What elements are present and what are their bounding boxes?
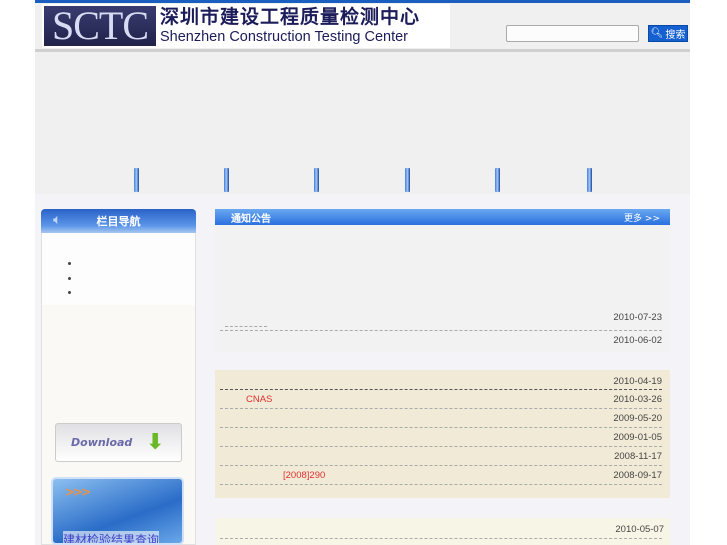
- download-arrow-icon: ⬇: [146, 430, 165, 455]
- news-date: 2010-05-07: [615, 524, 664, 535]
- notice-header: 通知公告 更多 >>: [215, 209, 670, 225]
- divider: [220, 408, 662, 409]
- sidebar-item[interactable]: [68, 291, 71, 294]
- divider: [220, 446, 662, 447]
- logo-english-name: Shenzhen Construction Testing Center: [160, 28, 408, 45]
- sidebar-item[interactable]: [68, 262, 71, 265]
- news-date: 2009-05-20: [613, 413, 662, 424]
- news-date: 2009-01-05: [613, 432, 662, 443]
- nav-separator: [587, 168, 592, 192]
- link-underline: [225, 326, 267, 327]
- search-button[interactable]: 🔍︎ 搜索: [648, 25, 688, 42]
- news-panel-2: [216, 518, 670, 545]
- nav-separator: [224, 168, 229, 192]
- nav-separator: [405, 168, 410, 192]
- search-icon: 🔍︎: [650, 28, 664, 39]
- sidebar-nav-list: [42, 233, 195, 305]
- notice-date: 2010-06-02: [613, 335, 662, 346]
- sidebar-item[interactable]: [68, 277, 71, 280]
- news-item-link[interactable]: [2008]290: [283, 470, 325, 481]
- logo-mark: SCTC: [44, 6, 156, 46]
- nav-separator: [134, 168, 139, 192]
- notice-date: 2010-07-23: [613, 312, 662, 323]
- material-test-query-banner[interactable]: >>> 建材检验结果查询: [51, 477, 184, 545]
- nav-separator: [495, 168, 500, 192]
- more-link[interactable]: 更多 >>: [624, 211, 660, 224]
- news-date: 2008-09-17: [613, 470, 662, 481]
- notice-title: 通知公告: [231, 213, 271, 225]
- sidebar-title: 栏目导航: [41, 209, 196, 233]
- divider: [220, 389, 662, 390]
- news-date: 2010-03-26: [613, 394, 662, 405]
- divider: [220, 427, 662, 428]
- divider: [220, 330, 662, 331]
- site-logo[interactable]: SCTC 深圳市建设工程质量检测中心 Shenzhen Construction…: [42, 4, 450, 48]
- divider: [220, 538, 662, 539]
- chevrons-icon: >>>: [65, 485, 91, 499]
- speaker-icon: 🔈︎: [53, 212, 62, 228]
- logo-chinese-name: 深圳市建设工程质量检测中心: [160, 5, 421, 28]
- news-date: 2008-11-17: [614, 451, 662, 462]
- divider: [220, 484, 662, 485]
- search-input[interactable]: [506, 25, 639, 42]
- header-divider: [35, 49, 690, 52]
- banner-text: 建材检验结果查询: [63, 531, 160, 543]
- news-item-link[interactable]: CNAS: [246, 394, 272, 405]
- news-date: 2010-04-19: [613, 376, 662, 387]
- divider: [220, 465, 662, 466]
- nav-separator: [314, 168, 319, 192]
